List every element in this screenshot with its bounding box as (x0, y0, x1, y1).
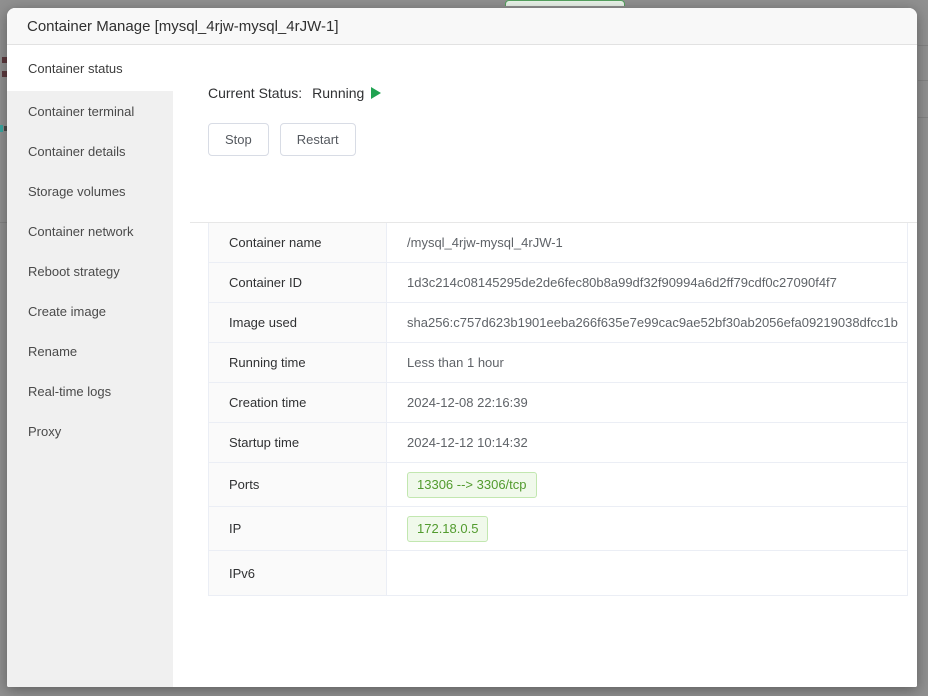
table-row-ports: Ports 13306 --> 3306/tcp (209, 463, 907, 507)
stop-button[interactable]: Stop (208, 123, 269, 156)
sidebar: Container status Container terminal Cont… (7, 45, 173, 687)
background-button-fragment (505, 0, 625, 6)
sidebar-item-rename[interactable]: Rename (7, 331, 173, 371)
current-status-label: Current Status: (208, 85, 303, 101)
row-label: IPv6 (209, 551, 387, 595)
current-status-value: Running (312, 85, 365, 101)
container-details-table: Container name /mysql_4rjw-mysql_4rJW-1 … (208, 222, 908, 596)
table-row-running-time: Running time Less than 1 hour (209, 343, 907, 383)
table-row-ip: IP 172.18.0.5 (209, 507, 907, 551)
dialog-body: Container status Container terminal Cont… (7, 45, 917, 687)
row-value: 1d3c214c08145295de2de6fec80b8a99df32f909… (407, 275, 837, 290)
section-divider (190, 222, 917, 223)
sidebar-item-storage-volumes[interactable]: Storage volumes (7, 171, 173, 211)
table-row-image-used: Image used sha256:c757d623b1901eeba266f6… (209, 303, 907, 343)
port-mapping-tag: 13306 --> 3306/tcp (407, 471, 537, 498)
table-row-creation-time: Creation time 2024-12-08 22:16:39 (209, 383, 907, 423)
row-label: Running time (209, 343, 387, 382)
row-value: Less than 1 hour (407, 355, 504, 370)
row-label: Container ID (209, 263, 387, 302)
restart-button[interactable]: Restart (279, 123, 356, 156)
row-value (387, 551, 907, 595)
row-label: Startup time (209, 423, 387, 462)
row-value: 13306 --> 3306/tcp (387, 463, 907, 506)
sidebar-item-container-network[interactable]: Container network (7, 211, 173, 251)
sidebar-item-proxy[interactable]: Proxy (7, 411, 173, 451)
content-panel: Current Status: Running Stop Restart Con… (173, 45, 917, 687)
row-value: 2024-12-12 10:14:32 (407, 435, 528, 450)
sidebar-item-container-terminal[interactable]: Container terminal (7, 91, 173, 131)
row-label: Creation time (209, 383, 387, 422)
sidebar-item-create-image[interactable]: Create image (7, 291, 173, 331)
row-value: sha256:c757d623b1901eeba266f635e7e99cac9… (407, 315, 898, 330)
table-row-container-id: Container ID 1d3c214c08145295de2de6fec80… (209, 263, 907, 303)
dialog-header: Container Manage [mysql_4rjw-mysql_4rJW-… (7, 8, 917, 45)
sidebar-item-reboot-strategy[interactable]: Reboot strategy (7, 251, 173, 291)
dialog-title: Container Manage [mysql_4rjw-mysql_4rJW-… (27, 17, 339, 35)
sidebar-item-real-time-logs[interactable]: Real-time logs (7, 371, 173, 411)
table-row-container-name: Container name /mysql_4rjw-mysql_4rJW-1 (209, 223, 907, 263)
ip-address-tag: 172.18.0.5 (407, 515, 489, 542)
current-status-row: Current Status: Running (208, 85, 908, 101)
background-row-line (0, 222, 7, 223)
table-row-ipv6: IPv6 (209, 551, 907, 596)
background-row-line (918, 80, 928, 81)
background-row-line (918, 117, 928, 118)
table-row-startup-time: Startup time 2024-12-12 10:14:32 (209, 423, 907, 463)
sidebar-item-container-details[interactable]: Container details (7, 131, 173, 171)
background-fragment (0, 125, 3, 132)
sidebar-item-container-status[interactable]: Container status (7, 45, 173, 91)
row-label: Container name (209, 223, 387, 262)
play-icon (371, 87, 382, 99)
row-value: 172.18.0.5 (387, 507, 907, 550)
action-buttons: Stop Restart (208, 123, 908, 156)
container-manage-dialog: Container Manage [mysql_4rjw-mysql_4rJW-… (7, 8, 917, 687)
row-value: /mysql_4rjw-mysql_4rJW-1 (407, 235, 563, 250)
background-row-line (918, 45, 928, 46)
row-value: 2024-12-08 22:16:39 (407, 395, 528, 410)
row-label: IP (209, 507, 387, 550)
row-label: Image used (209, 303, 387, 342)
row-label: Ports (209, 463, 387, 506)
